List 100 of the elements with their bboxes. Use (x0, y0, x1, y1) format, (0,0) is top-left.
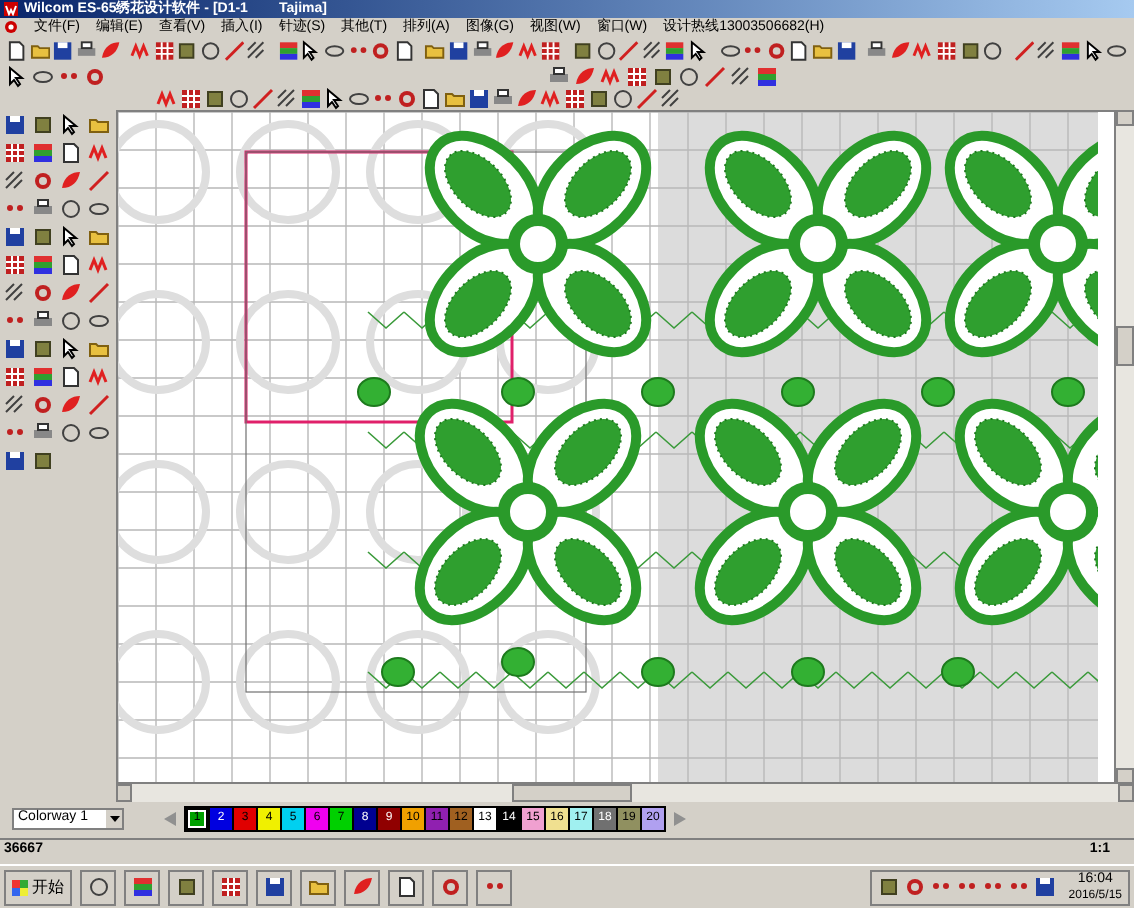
diagonal-line-icon[interactable] (636, 88, 658, 110)
arrow-pointer-icon[interactable] (1083, 39, 1105, 61)
rainbow-icon[interactable] (32, 366, 54, 388)
diagonal-line-icon[interactable] (223, 39, 245, 61)
hatch-icon[interactable] (276, 88, 298, 110)
square-icon[interactable] (571, 39, 594, 61)
hatch-icon[interactable] (730, 65, 752, 87)
vertical-scrollbar[interactable] (1116, 110, 1134, 784)
grid-icon[interactable] (153, 39, 175, 61)
rainbow-icon[interactable] (664, 39, 687, 61)
leaf-icon[interactable] (351, 876, 373, 898)
rainbow-icon[interactable] (756, 65, 778, 87)
rainbow-icon[interactable] (131, 876, 153, 898)
arrow-pointer-icon[interactable] (60, 338, 82, 360)
diagonal-line-icon[interactable] (704, 65, 726, 87)
square-icon[interactable] (175, 876, 197, 898)
ellipse-icon[interactable] (1106, 39, 1128, 61)
grid-icon[interactable] (540, 39, 563, 61)
grid-icon[interactable] (626, 65, 648, 87)
hatch-icon[interactable] (4, 394, 26, 416)
folder-icon[interactable] (88, 114, 110, 136)
square-icon[interactable] (32, 338, 54, 360)
printer-icon[interactable] (75, 39, 97, 61)
circle-icon[interactable] (678, 65, 700, 87)
circle-icon[interactable] (982, 39, 1004, 61)
rainbow-icon[interactable] (32, 142, 54, 164)
hatch-icon[interactable] (660, 88, 682, 110)
rainbow-icon[interactable] (300, 88, 322, 110)
diagonal-line-icon[interactable] (88, 170, 110, 192)
diagonal-line-icon[interactable] (1013, 39, 1035, 61)
folder-icon[interactable] (424, 39, 446, 61)
circle-icon[interactable] (199, 39, 222, 61)
printer-icon[interactable] (32, 198, 54, 220)
square-icon[interactable] (32, 450, 54, 472)
square-icon[interactable] (32, 226, 54, 248)
folder-icon[interactable] (88, 338, 110, 360)
arrow-pointer-icon[interactable] (300, 39, 322, 61)
horizontal-scrollbar[interactable] (116, 784, 1134, 802)
grid-icon[interactable] (4, 366, 26, 388)
printer-icon[interactable] (492, 88, 514, 110)
grid-icon[interactable] (564, 88, 586, 110)
ring-icon[interactable] (439, 876, 461, 898)
diagonal-line-icon[interactable] (252, 88, 274, 110)
arrow-pointer-icon[interactable] (324, 88, 346, 110)
folder-icon[interactable] (88, 226, 110, 248)
square-icon[interactable] (176, 39, 198, 61)
ring-icon[interactable] (32, 394, 54, 416)
circle-icon[interactable] (228, 88, 250, 110)
square-icon[interactable] (652, 65, 674, 87)
circle-icon[interactable] (60, 422, 82, 444)
hatch-icon[interactable] (1036, 39, 1059, 61)
diagonal-line-icon[interactable] (88, 394, 110, 416)
zigzag-icon[interactable] (130, 39, 152, 61)
folder-icon[interactable] (812, 39, 834, 61)
rainbow-icon[interactable] (32, 254, 54, 276)
zigzag-icon[interactable] (156, 88, 178, 110)
diagonal-line-icon[interactable] (618, 39, 640, 61)
grid-icon[interactable] (219, 876, 241, 898)
grid-icon[interactable] (936, 39, 958, 61)
square-icon[interactable] (204, 88, 226, 110)
arrow-pointer-icon[interactable] (688, 39, 710, 61)
zigzag-icon[interactable] (912, 39, 935, 61)
printer-icon[interactable] (471, 39, 493, 61)
ellipse-icon[interactable] (348, 88, 370, 110)
ellipse-icon[interactable] (88, 422, 110, 444)
ring-icon[interactable] (904, 876, 927, 898)
diagonal-line-icon[interactable] (88, 282, 110, 304)
grid-icon[interactable] (180, 88, 202, 110)
ring-icon[interactable] (370, 39, 392, 61)
folder-icon[interactable] (29, 39, 51, 61)
printer-icon[interactable] (866, 39, 888, 61)
circle-icon[interactable] (612, 88, 634, 110)
hatch-icon[interactable] (4, 282, 26, 304)
printer-icon[interactable] (548, 65, 570, 87)
start-button[interactable]: 开始 (4, 869, 72, 905)
circle-icon[interactable] (595, 39, 617, 61)
printer-icon[interactable] (32, 422, 54, 444)
ring-icon[interactable] (765, 39, 787, 61)
printer-icon[interactable] (32, 310, 54, 332)
circle-icon[interactable] (60, 198, 82, 220)
hatch-icon[interactable] (4, 170, 26, 192)
ellipse-icon[interactable] (323, 39, 346, 61)
arrow-pointer-icon[interactable] (60, 114, 82, 136)
grid-icon[interactable] (4, 254, 26, 276)
rainbow-icon[interactable] (277, 39, 299, 61)
square-icon[interactable] (32, 114, 54, 136)
circle-icon[interactable] (60, 310, 82, 332)
ellipse-icon[interactable] (88, 310, 110, 332)
arrow-pointer-icon[interactable] (6, 65, 28, 87)
folder-icon[interactable] (307, 876, 329, 898)
ring-icon[interactable] (32, 282, 54, 304)
rainbow-icon[interactable] (1060, 39, 1082, 61)
hatch-icon[interactable] (246, 39, 268, 61)
ring-icon[interactable] (32, 170, 54, 192)
ellipse-icon[interactable] (32, 65, 54, 87)
hatch-icon[interactable] (641, 39, 663, 61)
design-canvas[interactable] (116, 110, 1116, 784)
zigzag-icon[interactable] (517, 39, 539, 61)
arrow-pointer-icon[interactable] (60, 226, 82, 248)
ellipse-icon[interactable] (719, 39, 741, 61)
